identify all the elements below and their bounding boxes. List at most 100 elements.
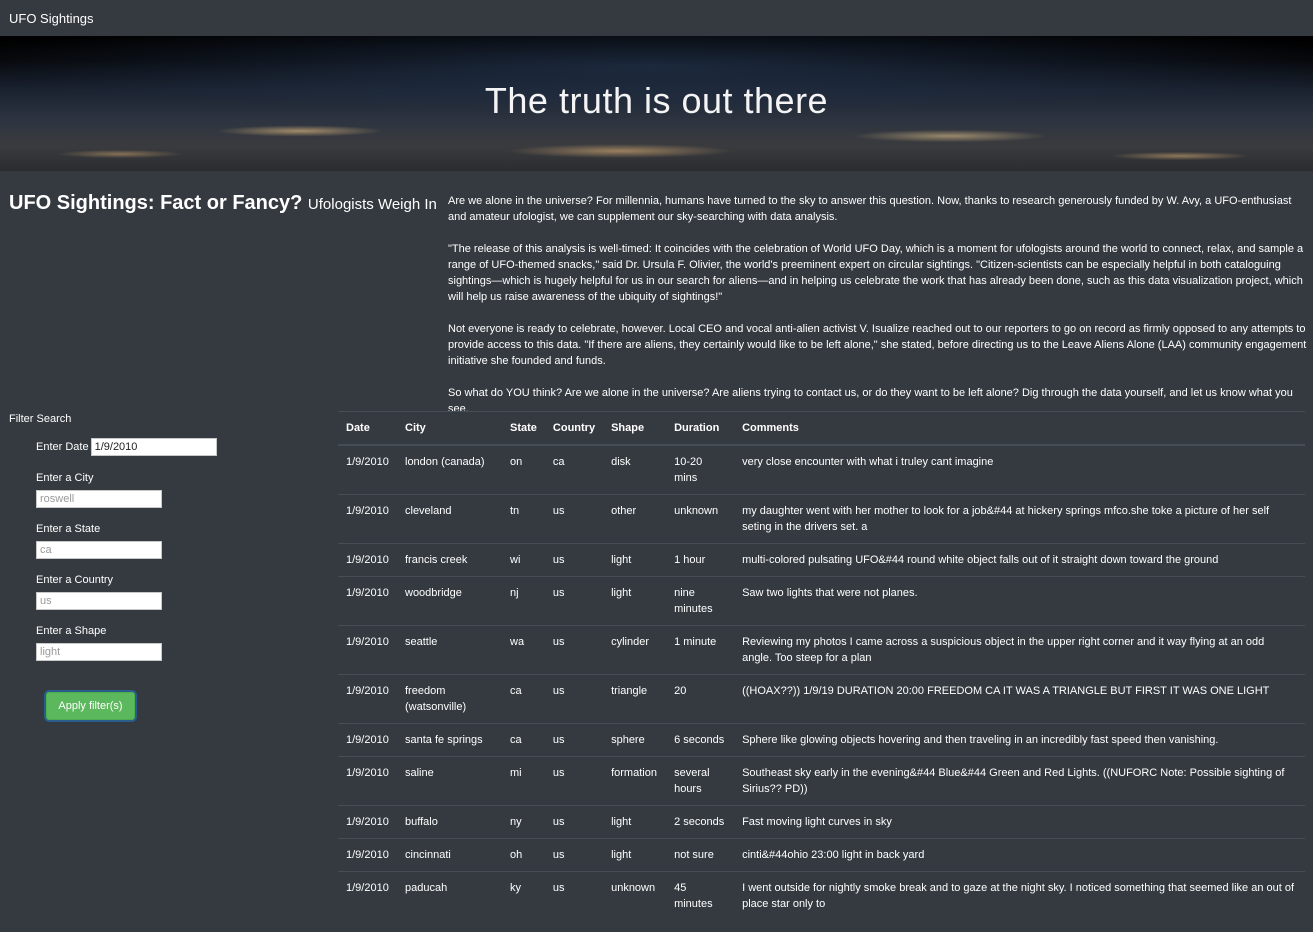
cell-city: saline <box>397 756 502 806</box>
table-row: 1/9/2010 cleveland tn us other unknown m… <box>338 494 1305 544</box>
table-row: 1/9/2010 london (canada) on ca disk 10-2… <box>338 444 1305 495</box>
cell-duration: 6 seconds <box>666 723 735 757</box>
filter-search-title: Filter Search <box>9 413 72 425</box>
column-header-country: Country <box>544 411 604 446</box>
cell-city: london (canada) <box>397 444 502 495</box>
cell-date: 1/9/2010 <box>338 444 397 495</box>
ufo-table-body: 1/9/2010 london (canada) on ca disk 10-2… <box>338 444 1305 920</box>
cell-comments: very close encounter with what i truley … <box>734 444 1305 495</box>
article-body: Are we alone in the universe? For millen… <box>448 193 1308 433</box>
cell-country: us <box>544 838 604 872</box>
cell-date: 1/9/2010 <box>338 723 397 757</box>
cell-duration: 2 seconds <box>666 805 735 839</box>
cell-date: 1/9/2010 <box>338 805 397 839</box>
cell-shape: triangle <box>603 674 667 724</box>
cell-duration: several hours <box>666 756 735 806</box>
table-row: 1/9/2010 seattle wa us cylinder 1 minute… <box>338 625 1305 675</box>
cell-city: woodbridge <box>397 576 502 626</box>
hero-banner: The truth is out there <box>0 36 1313 171</box>
cell-shape: light <box>603 576 667 626</box>
cell-duration: 20 <box>666 674 735 724</box>
country-filter-label: Enter a Country <box>36 574 114 586</box>
cell-country: us <box>544 871 604 920</box>
cell-state: ny <box>502 805 545 839</box>
cell-duration: 1 hour <box>666 543 735 577</box>
column-header-state: State <box>502 411 545 446</box>
cell-state: oh <box>502 838 545 872</box>
cell-duration: 45 minutes <box>666 871 735 920</box>
column-header-shape: Shape <box>603 411 667 446</box>
cell-city: seattle <box>397 625 502 675</box>
cell-comments: Saw two lights that were not planes. <box>734 576 1305 626</box>
state-filter-label: Enter a State <box>36 523 101 535</box>
date-filter-label: Enter Date <box>36 441 89 453</box>
city-filter-label: Enter a City <box>36 472 94 484</box>
article-title-text: UFO Sightings: Fact or Fancy? <box>9 192 303 214</box>
cell-duration: nine minutes <box>666 576 735 626</box>
shape-filter: Enter a Shape <box>36 625 162 661</box>
article-subtitle: Ufologists Weigh In <box>307 196 437 213</box>
cell-country: us <box>544 543 604 577</box>
cell-date: 1/9/2010 <box>338 871 397 920</box>
cell-country: us <box>544 805 604 839</box>
article-paragraph: "The release of this analysis is well-ti… <box>448 243 1304 303</box>
shape-input[interactable] <box>36 643 162 661</box>
header-row: Date City State Country Shape Duration C… <box>338 411 1305 446</box>
cell-country: us <box>544 674 604 724</box>
cell-date: 1/9/2010 <box>338 756 397 806</box>
country-input[interactable] <box>36 592 162 610</box>
navbar: UFO Sightings <box>0 0 1313 36</box>
table-row: 1/9/2010 santa fe springs ca us sphere 6… <box>338 723 1305 757</box>
cell-city: cincinnati <box>397 838 502 872</box>
table-row: 1/9/2010 saline mi us formation several … <box>338 756 1305 806</box>
cell-city: buffalo <box>397 805 502 839</box>
cell-comments: multi-colored pulsating UFO&#44 round wh… <box>734 543 1305 577</box>
article-paragraph: Are we alone in the universe? For millen… <box>448 195 1292 223</box>
cell-comments: Sphere like glowing objects hovering and… <box>734 723 1305 757</box>
cell-country: us <box>544 723 604 757</box>
city-filter: Enter a City <box>36 472 162 508</box>
cell-shape: other <box>603 494 667 544</box>
table-row: 1/9/2010 freedom (watsonville) ca us tri… <box>338 674 1305 724</box>
state-input[interactable] <box>36 541 162 559</box>
cell-country: ca <box>544 444 604 495</box>
cell-state: ca <box>502 723 545 757</box>
hero-title: The truth is out there <box>484 80 829 121</box>
city-input[interactable] <box>36 490 162 508</box>
cell-state: nj <box>502 576 545 626</box>
table-row: 1/9/2010 buffalo ny us light 2 seconds F… <box>338 805 1305 839</box>
cell-shape: disk <box>603 444 667 495</box>
cell-city: francis creek <box>397 543 502 577</box>
cell-city: paducah <box>397 871 502 920</box>
column-header-duration: Duration <box>666 411 735 446</box>
cell-city: cleveland <box>397 494 502 544</box>
cell-comments: Fast moving light curves in sky <box>734 805 1305 839</box>
apply-filters-button[interactable]: Apply filter(s) <box>46 692 135 720</box>
cell-date: 1/9/2010 <box>338 576 397 626</box>
ufo-table: Date City State Country Shape Duration C… <box>338 411 1305 920</box>
cell-state: ky <box>502 871 545 920</box>
country-filter: Enter a Country <box>36 574 162 610</box>
table-row: 1/9/2010 cincinnati oh us light not sure… <box>338 838 1305 872</box>
cell-state: wa <box>502 625 545 675</box>
cell-duration: unknown <box>666 494 735 544</box>
date-input[interactable] <box>90 438 217 456</box>
cell-shape: formation <box>603 756 667 806</box>
cell-date: 1/9/2010 <box>338 674 397 724</box>
column-header-comments: Comments <box>734 411 1305 446</box>
cell-shape: cylinder <box>603 625 667 675</box>
ufo-table-container: Date City State Country Shape Duration C… <box>338 411 1305 920</box>
column-header-city: City <box>397 411 502 446</box>
cell-date: 1/9/2010 <box>338 494 397 544</box>
cell-duration: 1 minute <box>666 625 735 675</box>
navbar-brand-link[interactable]: UFO Sightings <box>9 11 94 26</box>
cell-city: santa fe springs <box>397 723 502 757</box>
cell-city: freedom (watsonville) <box>397 674 502 724</box>
date-filter: Enter Date <box>36 438 217 456</box>
cell-state: tn <box>502 494 545 544</box>
cell-date: 1/9/2010 <box>338 625 397 675</box>
cell-comments: my daughter went with her mother to look… <box>734 494 1305 544</box>
cell-country: us <box>544 576 604 626</box>
cell-shape: light <box>603 543 667 577</box>
cell-shape: light <box>603 838 667 872</box>
